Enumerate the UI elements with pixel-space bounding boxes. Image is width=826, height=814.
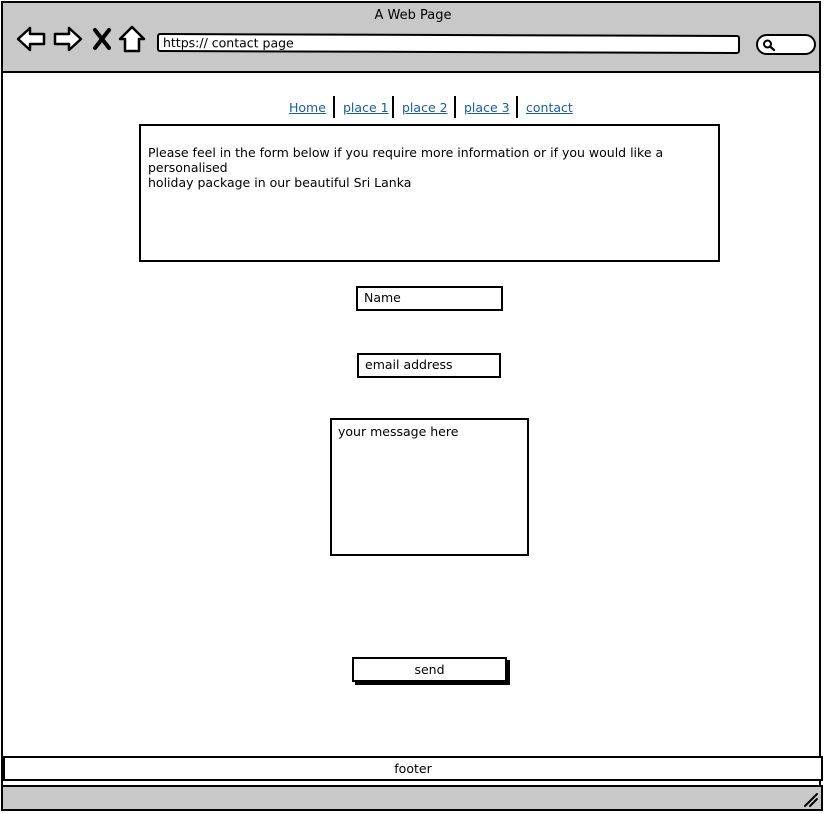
search-icon bbox=[763, 39, 776, 51]
back-arrow-icon[interactable] bbox=[16, 25, 46, 53]
home-icon[interactable] bbox=[118, 25, 146, 53]
resize-grip-icon[interactable] bbox=[801, 790, 819, 808]
nav-link-place-3[interactable]: place 3 bbox=[464, 100, 510, 115]
address-bar[interactable]: https:// contact page bbox=[156, 32, 741, 55]
message-textarea[interactable]: your message here bbox=[330, 418, 529, 556]
nav-separator bbox=[333, 96, 335, 118]
intro-text-box: Please feel in the form below if you req… bbox=[139, 124, 720, 262]
intro-line-2: holiday package in our beautiful Sri Lan… bbox=[148, 175, 412, 190]
close-x-icon[interactable] bbox=[91, 25, 113, 53]
name-field[interactable]: Name bbox=[356, 286, 503, 311]
search-box[interactable] bbox=[756, 34, 816, 55]
browser-window bbox=[1, 1, 821, 809]
nav-links: Home place 1 place 2 place 3 contact bbox=[0, 96, 826, 118]
footer: footer bbox=[3, 756, 823, 781]
nav-link-contact[interactable]: contact bbox=[526, 100, 573, 115]
email-field[interactable]: email address bbox=[357, 353, 501, 378]
nav-separator bbox=[454, 96, 456, 118]
send-button[interactable]: send bbox=[352, 657, 507, 682]
browser-chrome: A Web Page https:// contact page bbox=[1, 1, 821, 73]
nav-separator bbox=[516, 96, 518, 118]
nav-link-place-1[interactable]: place 1 bbox=[343, 100, 389, 115]
nav-link-home[interactable]: Home bbox=[289, 100, 326, 115]
nav-link-place-2[interactable]: place 2 bbox=[402, 100, 448, 115]
forward-arrow-icon[interactable] bbox=[53, 25, 83, 53]
intro-line-1: Please feel in the form below if you req… bbox=[148, 145, 664, 175]
nav-separator bbox=[392, 96, 394, 118]
window-title: A Web Page bbox=[374, 8, 452, 23]
status-bar bbox=[1, 785, 823, 811]
